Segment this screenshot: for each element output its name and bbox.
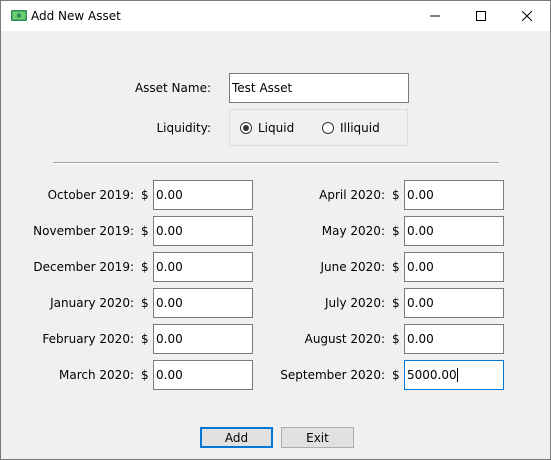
close-icon <box>522 11 532 21</box>
add-button-label: Add <box>224 430 249 445</box>
currency-symbol: $ <box>141 332 149 346</box>
month-label: September 2020: <box>280 368 385 382</box>
exit-button-label: Exit <box>306 430 329 445</box>
maximize-button[interactable] <box>458 1 504 31</box>
separator <box>53 162 499 164</box>
month-amount-value: 0.00 <box>156 188 183 202</box>
month-amount-value: 0.00 <box>407 224 434 238</box>
currency-symbol: $ <box>141 188 149 202</box>
month-label: June 2020: <box>320 260 385 274</box>
month-label: January 2020: <box>50 296 134 310</box>
exit-button[interactable]: Exit <box>281 427 354 448</box>
month-amount-value: 0.00 <box>156 368 183 382</box>
asset-name-input[interactable]: Test Asset <box>229 73 409 103</box>
month-amount-value: 0.00 <box>407 260 434 274</box>
month-amount-input[interactable]: 0.00 <box>153 216 253 246</box>
title-bar[interactable]: Add New Asset <box>1 1 550 31</box>
month-label: December 2019: <box>33 260 134 274</box>
currency-symbol: $ <box>392 224 400 238</box>
minimize-icon <box>430 15 440 17</box>
liquid-radio[interactable]: Liquid <box>240 121 310 135</box>
month-label: August 2020: <box>304 332 385 346</box>
month-amount-value: 0.00 <box>156 260 183 274</box>
currency-symbol: $ <box>392 332 400 346</box>
month-amount-input[interactable]: 0.00 <box>153 360 253 390</box>
window-title: Add New Asset <box>31 9 121 23</box>
month-amount-value: 0.00 <box>407 296 434 310</box>
liquid-radio-button[interactable] <box>240 122 252 134</box>
month-label: March 2020: <box>59 368 134 382</box>
maximize-icon <box>476 11 486 21</box>
currency-symbol: $ <box>392 260 400 274</box>
close-button[interactable] <box>504 1 550 31</box>
illiquid-radio-button[interactable] <box>322 122 334 134</box>
month-amount-value: 0.00 <box>407 188 434 202</box>
liquidity-label: Liquidity: <box>156 121 211 135</box>
month-amount-value: 0.00 <box>407 332 434 346</box>
month-amount-input[interactable]: 0.00 <box>153 324 253 354</box>
currency-symbol: $ <box>141 368 149 382</box>
currency-symbol: $ <box>392 296 400 310</box>
month-amount-value: 0.00 <box>156 296 183 310</box>
asset-name-label: Asset Name: <box>134 81 211 95</box>
currency-symbol: $ <box>392 188 400 202</box>
month-amount-input[interactable]: 0.00 <box>404 288 504 318</box>
month-amount-value: 0.00 <box>156 224 183 238</box>
month-amount-value: 0.00 <box>156 332 183 346</box>
month-amount-input[interactable]: 0.00 <box>404 324 504 354</box>
text-caret <box>456 368 458 382</box>
month-amount-input[interactable]: 0.00 <box>404 216 504 246</box>
month-amount-input[interactable]: 0.00 <box>404 180 504 210</box>
month-amount-input[interactable]: 0.00 <box>153 288 253 318</box>
liquidity-group: Liquid Illiquid <box>229 109 408 146</box>
month-amount-input[interactable]: 0.00 <box>153 180 253 210</box>
month-amount-input[interactable]: 0.00 <box>404 252 504 282</box>
month-amount-input[interactable]: 0.00 <box>153 252 253 282</box>
liquid-radio-label: Liquid <box>258 121 295 135</box>
currency-symbol: $ <box>392 368 400 382</box>
month-label: February 2020: <box>42 332 134 346</box>
illiquid-radio-label: Illiquid <box>340 121 380 135</box>
currency-symbol: $ <box>141 296 149 310</box>
currency-symbol: $ <box>141 260 149 274</box>
september-amount-input[interactable]: 5000.00 <box>404 360 504 390</box>
illiquid-radio[interactable]: Illiquid <box>322 121 402 135</box>
asset-name-value: Test Asset <box>232 81 293 95</box>
month-label: July 2020: <box>325 296 385 310</box>
month-label: October 2019: <box>47 188 134 202</box>
month-label: November 2019: <box>33 224 134 238</box>
minimize-button[interactable] <box>412 1 458 31</box>
month-label: April 2020: <box>319 188 385 202</box>
month-amount-value: 5000.00 <box>407 368 457 382</box>
add-asset-window: Add New Asset Asset Name: Test Asset Liq… <box>0 0 551 460</box>
money-icon <box>11 10 27 21</box>
currency-symbol: $ <box>141 224 149 238</box>
add-button[interactable]: Add <box>200 427 273 448</box>
month-label: May 2020: <box>321 224 385 238</box>
